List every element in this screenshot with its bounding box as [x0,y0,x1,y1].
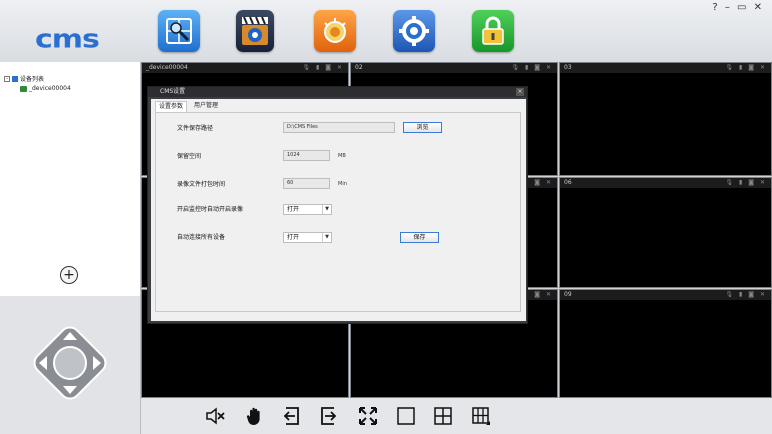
cms-settings-dialog: CMS设置 × 设置参数 用户管理 文件保存路径 D:\CMS Files 浏览… [147,86,528,324]
cms-app-window: cms ? – ▭ ✕ - 设备列表 _device00004 + _devic… [0,0,772,434]
video-cell[interactable]: 06 🎙 ▮ ◙ ✕ [559,177,772,288]
device-tree-root-label: 设备列表 [20,76,45,83]
device-tree-root[interactable]: - 设备列表 [4,74,44,83]
auto-record-selected-value: 打开 [287,206,300,213]
settings-gear-icon[interactable] [393,10,435,52]
browse-button[interactable]: 浏览 [403,122,442,133]
record-pack-time-label: 录像文件打包时间 [177,181,226,188]
lock-icon[interactable] [472,10,514,52]
video-cell[interactable]: 09 🎙 ▮ ◙ ✕ [559,289,772,398]
auto-connect-selected-value: 打开 [287,234,300,241]
single-view-icon[interactable] [396,406,416,426]
ptz-control-panel [0,296,141,434]
reserve-space-field[interactable]: 1024 [283,150,330,161]
alarm-icon[interactable] [314,10,356,52]
record-pack-time-field[interactable]: 60 [283,178,330,189]
device-group-icon [12,75,18,82]
mute-speaker-icon[interactable] [205,406,225,426]
ptz-center-button [53,346,87,380]
video-cell-controls[interactable]: 🎙 ▮ ◙ ✕ [512,63,554,73]
auto-record-label: 开启监控时自动开启录像 [177,206,244,213]
save-button[interactable]: 保存 [400,232,439,243]
cms-logo: cms [35,24,100,55]
video-cell-controls[interactable]: 🎙 ▮ ◙ ✕ [726,290,768,300]
hand-icon[interactable] [245,406,265,426]
device-tree-item[interactable]: _device00004 [20,85,71,92]
dialog-title: CMS设置 [160,88,186,95]
video-cell-controls[interactable]: 🎙 ▮ ◙ ✕ [726,63,768,73]
quad-view-icon[interactable] [433,406,453,426]
previous-page-icon[interactable] [282,406,302,426]
tab-settings-parameters[interactable]: 设置参数 [155,101,188,112]
next-page-icon[interactable] [318,406,338,426]
video-cell-controls[interactable]: 🎙 ▮ ◙ ✕ [303,63,345,73]
tab-user-management[interactable]: 用户管理 [191,101,221,111]
auto-connect-select[interactable]: 打开 ▼ [283,232,332,243]
collapse-toggle-icon[interactable]: - [4,75,10,82]
multi-view-icon[interactable] [471,406,491,426]
auto-record-select[interactable]: 打开 ▼ [283,204,332,215]
video-clapper-icon[interactable] [236,10,274,52]
dialog-close-button[interactable]: × [516,88,524,96]
dialog-body: 设置参数 用户管理 文件保存路径 D:\CMS Files 浏览 保留空间 10… [151,99,526,321]
dropdown-arrow-icon[interactable]: ▼ [322,205,331,214]
dialog-titlebar[interactable]: CMS设置 × [148,87,527,97]
reserve-space-label: 保留空间 [177,153,202,160]
fullscreen-icon[interactable] [358,406,378,426]
window-controls[interactable]: ? – ▭ ✕ [712,2,764,13]
save-path-field[interactable]: D:\CMS Files [283,122,395,133]
video-cell-controls[interactable]: 🎙 ▮ ◙ ✕ [726,178,768,188]
save-path-label: 文件保存路径 [177,125,214,132]
plus-icon: + [63,267,75,283]
settings-tab-panel: 文件保存路径 D:\CMS Files 浏览 保留空间 1024 MB 录像文件… [155,112,521,312]
top-toolbar: cms ? – ▭ ✕ [0,0,772,62]
add-device-button[interactable]: + [60,266,78,284]
device-tree-item-label: _device00004 [29,85,71,92]
dropdown-arrow-icon[interactable]: ▼ [322,233,331,242]
bottom-toolbar [141,398,772,434]
video-cell[interactable]: 03 🎙 ▮ ◙ ✕ [559,62,772,176]
ptz-direction-pad[interactable] [27,320,113,406]
auto-connect-label: 自动连接所有设备 [177,234,226,241]
camera-online-icon [20,85,27,92]
reserve-space-unit: MB [338,153,346,159]
search-icon[interactable] [158,10,200,52]
device-tree-panel: - 设备列表 _device00004 + [0,62,141,296]
record-pack-time-unit: Min [338,181,347,187]
